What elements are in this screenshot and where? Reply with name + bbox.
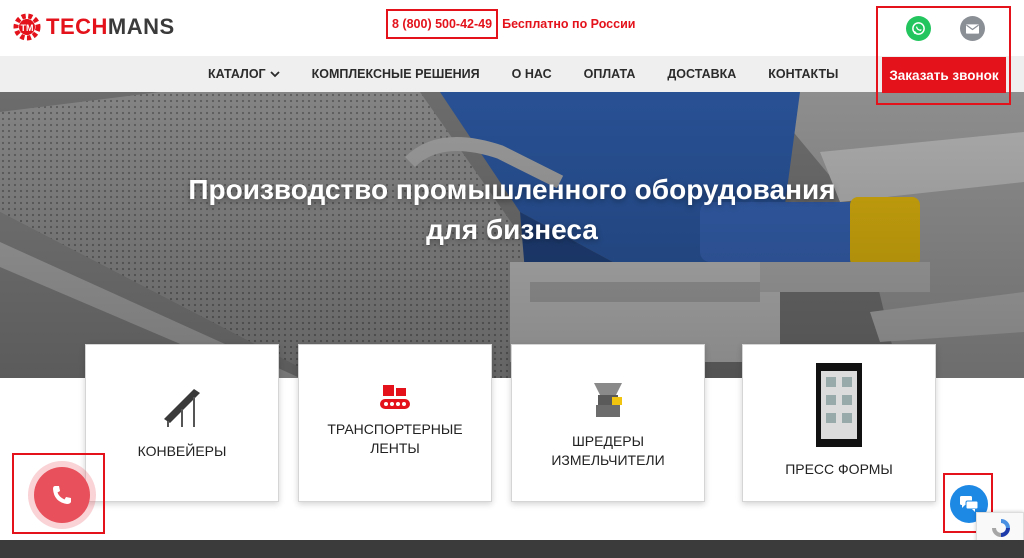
nav-item-payment[interactable]: ОПЛАТА — [584, 67, 636, 81]
main-nav: КАТАЛОГ КОМПЛЕКСНЫЕ РЕШЕНИЯ О НАС ОПЛАТА… — [0, 56, 1024, 92]
hero-title: Производство промышленного оборудования … — [188, 174, 836, 245]
phone-note: Бесплатно по России — [502, 17, 636, 31]
conveyor-icon — [164, 389, 200, 427]
chevron-down-icon — [270, 70, 280, 77]
nav-item-delivery[interactable]: ДОСТАВКА — [667, 67, 736, 81]
gear-logo-icon: TM — [13, 13, 41, 41]
contact-box: Заказать звонок — [876, 6, 1011, 105]
phone-block: 8 (800) 500-42-49 Бесплатно по России — [386, 9, 635, 39]
callback-phone-button[interactable] — [34, 467, 90, 523]
svg-text:TM: TM — [21, 23, 34, 33]
card-press-molds[interactable]: ПРЕСС ФОРМЫ — [742, 344, 936, 502]
site-logo[interactable]: TM TECHMANS — [12, 12, 175, 42]
recaptcha-icon — [992, 519, 1010, 537]
top-header: TM TECHMANS 8 (800) 500-42-49 Бесплатно … — [0, 0, 1024, 56]
whatsapp-glyph — [912, 22, 925, 35]
nav-item-about[interactable]: О НАС — [512, 67, 552, 81]
card-transport-belts[interactable]: ТРАНСПОРТЕРНЫЕ ЛЕНТЫ — [298, 344, 492, 502]
category-cards: КОНВЕЙЕРЫ ТРАНСПОРТЕРНЫЕ ЛЕНТЫ ШРЕДЕРЫ И… — [0, 344, 1024, 504]
logo-text: TECHMANS — [46, 14, 175, 39]
footer-strip — [0, 540, 1024, 558]
belt-icon — [380, 385, 410, 409]
order-call-button[interactable]: Заказать звонок — [882, 57, 1006, 93]
card-shredders[interactable]: ШРЕДЕРЫ ИЗМЕЛЬЧИТЕЛИ — [511, 344, 705, 502]
hero-banner: Производство промышленного оборудования … — [0, 92, 1024, 378]
chat-icon — [960, 496, 979, 512]
whatsapp-icon[interactable] — [906, 16, 931, 41]
phone-icon — [53, 486, 71, 504]
nav-item-catalog[interactable]: КАТАЛОГ — [208, 67, 280, 81]
nav-item-contacts[interactable]: КОНТАКТЫ — [768, 67, 838, 81]
card-conveyors[interactable]: КОНВЕЙЕРЫ — [85, 344, 279, 502]
phone-float-highlight — [12, 453, 105, 534]
press-mold-icon — [816, 363, 862, 447]
envelope-glyph — [966, 23, 979, 34]
nav-item-solutions[interactable]: КОМПЛЕКСНЫЕ РЕШЕНИЯ — [312, 67, 480, 81]
shredder-icon — [594, 383, 622, 417]
phone-link[interactable]: 8 (800) 500-42-49 — [386, 9, 499, 39]
mail-icon[interactable] — [960, 16, 985, 41]
